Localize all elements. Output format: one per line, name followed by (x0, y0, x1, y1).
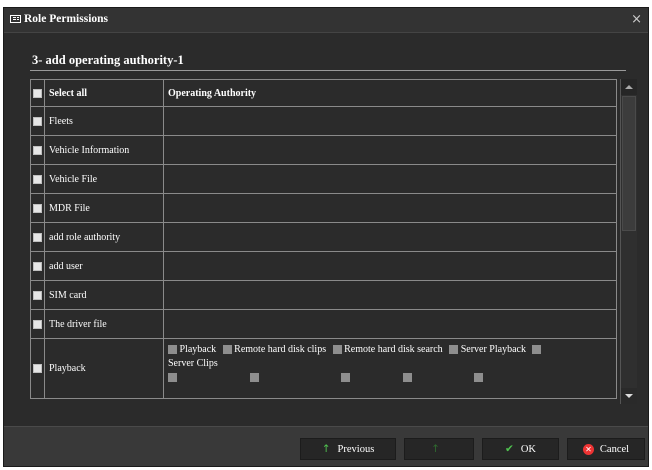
row-checkbox-mdr-file[interactable] (33, 203, 42, 213)
playback-option[interactable]: Remote hard disk search (332, 344, 443, 355)
server-playback-checkbox[interactable] (449, 345, 459, 355)
row-label: Playback (44, 338, 164, 399)
dialog-title: Role Permissions (24, 13, 109, 25)
next-button[interactable]: ↑ (404, 438, 474, 460)
table-row: Vehicle Information (30, 135, 617, 165)
playback-option[interactable]: Server Playback (449, 344, 526, 355)
row-label: Vehicle Information (44, 135, 164, 165)
dialog-footer: ↑ Previous ↑ ✔ OK ✕ Cancel (4, 426, 648, 466)
checkmark-icon: ✔ (505, 443, 514, 455)
row-authority-cell (163, 193, 617, 223)
row-authority-cell (163, 135, 617, 165)
row-checkbox-vehicle-information[interactable] (33, 145, 42, 155)
id-card-icon (10, 15, 21, 23)
remote-clips-checkbox[interactable] (222, 345, 232, 355)
remote-search-checkbox[interactable] (332, 345, 342, 355)
row-label: add role authority (44, 222, 164, 252)
scroll-thumb[interactable] (622, 96, 636, 231)
ok-label: OK (520, 443, 536, 455)
select-all-checkbox[interactable] (33, 88, 42, 98)
row-authority-cell (163, 106, 617, 136)
playback-option[interactable]: Remote hard disk clips (222, 344, 326, 355)
select-all-header: Select all (44, 79, 164, 107)
clipped-option-checkbox[interactable] (474, 373, 483, 383)
ok-button[interactable]: ✔ OK (482, 438, 559, 460)
cancel-button[interactable]: ✕ Cancel (567, 438, 645, 460)
permissions-table: Select all Operating Authority Fleets Ve… (30, 79, 617, 404)
select-all-cell (30, 79, 45, 107)
row-authority-cell (163, 309, 617, 339)
row-label: SIM card (44, 280, 164, 310)
row-authority-cell (163, 222, 617, 252)
arrow-up-icon: ↑ (321, 443, 331, 455)
scroll-down-icon[interactable] (621, 388, 637, 404)
row-checkbox-add-role-authority[interactable] (33, 232, 42, 242)
playback-option-checkbox[interactable] (168, 345, 177, 355)
row-checkbox-vehicle-file[interactable] (33, 174, 42, 184)
row-checkbox-playback[interactable] (33, 364, 42, 374)
arrow-up-icon: ↑ (431, 443, 440, 455)
row-label: The driver file (44, 309, 164, 339)
table-row: SIM card (30, 280, 617, 310)
table-header-row: Select all Operating Authority (30, 79, 617, 107)
row-checkbox-sim-card[interactable] (33, 290, 42, 300)
row-checkbox-add-user[interactable] (33, 261, 42, 271)
cancel-label: Cancel (599, 443, 630, 455)
vertical-scrollbar[interactable] (620, 79, 637, 404)
row-label: add user (44, 251, 164, 281)
scroll-up-icon[interactable] (621, 79, 637, 95)
previous-button[interactable]: ↑ Previous (300, 438, 396, 460)
clipped-option-checkbox[interactable] (249, 373, 259, 383)
row-label: Vehicle File (44, 164, 164, 194)
section-divider (30, 70, 626, 71)
server-clips-checkbox[interactable] (532, 345, 542, 355)
table-row: add role authority (30, 222, 617, 252)
section-heading: 3- add operating authority-1 (32, 53, 184, 67)
close-icon[interactable]: × (631, 13, 642, 26)
clipped-option-checkbox[interactable] (402, 373, 412, 383)
operating-authority-header: Operating Authority (163, 79, 617, 107)
row-authority-cell (163, 164, 617, 194)
table-row: add user (30, 251, 617, 281)
row-authority-cell (163, 280, 617, 310)
role-permissions-dialog: Role Permissions × 3- add operating auth… (3, 7, 649, 467)
table-row: Vehicle File (30, 164, 617, 194)
table-row-playback: Playback Playback Remote hard disk clips… (30, 338, 617, 399)
clipped-option-checkbox[interactable] (168, 373, 177, 383)
previous-label: Previous (337, 443, 375, 455)
table-row: MDR File (30, 193, 617, 223)
row-label: MDR File (44, 193, 164, 223)
dialog-titlebar[interactable]: Role Permissions × (4, 8, 648, 33)
row-label: Fleets (44, 106, 164, 136)
row-authority-cell (163, 251, 617, 281)
table-row: The driver file (30, 309, 617, 339)
row-checkbox-driver-file[interactable] (33, 319, 42, 329)
clipped-option-checkbox[interactable] (341, 373, 350, 383)
playback-options: Playback Remote hard disk clips Remote h… (163, 338, 617, 399)
playback-option[interactable]: Playback (168, 344, 216, 355)
row-checkbox-fleets[interactable] (33, 116, 42, 126)
table-row: Fleets (30, 106, 617, 136)
x-circle-icon: ✕ (582, 443, 594, 455)
